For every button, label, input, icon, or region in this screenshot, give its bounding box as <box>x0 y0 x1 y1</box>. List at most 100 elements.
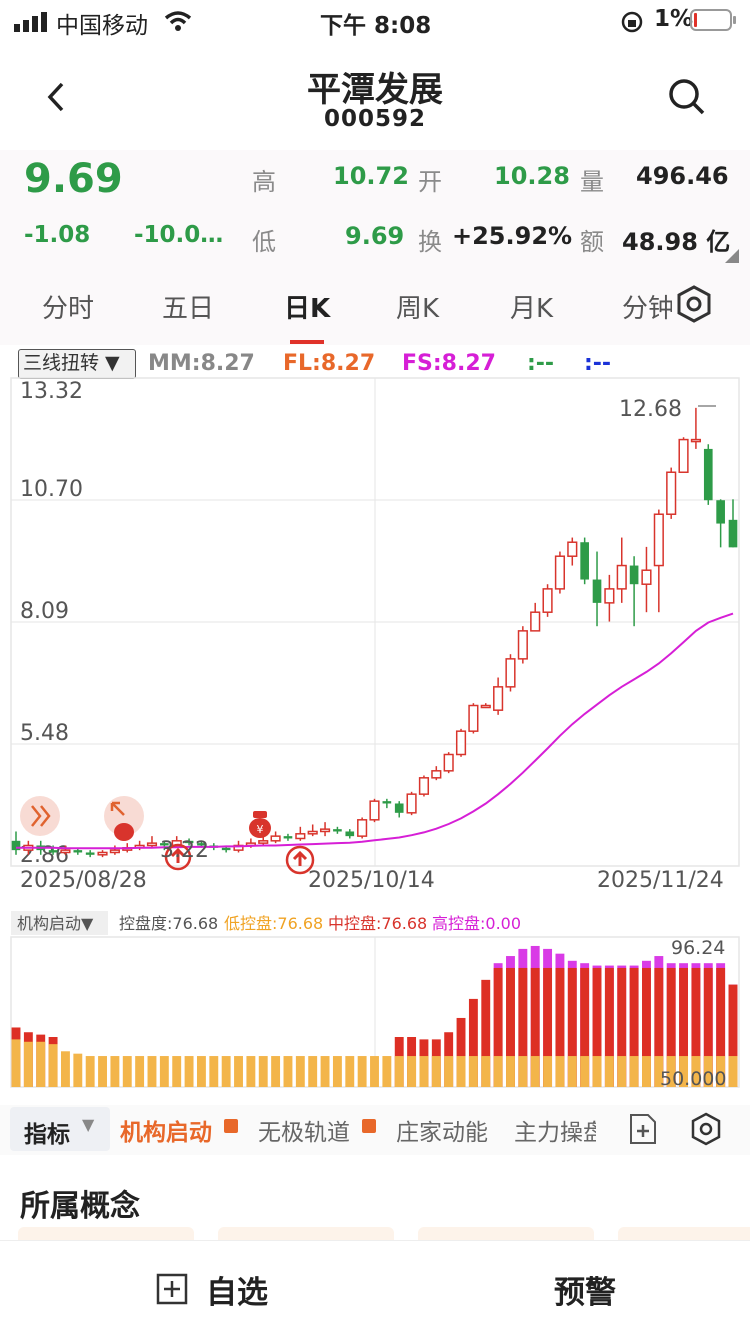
price-change: -1.08 <box>24 222 91 248</box>
lower-bar-low <box>728 1056 738 1087</box>
candle-body <box>468 704 479 732</box>
candle <box>641 546 652 613</box>
lower-bar-low <box>258 1056 268 1087</box>
candle <box>455 728 467 757</box>
candle <box>357 817 368 839</box>
y-tick-label: 8.09 <box>20 599 69 624</box>
lower-bar-low <box>629 1056 639 1087</box>
active-tab-indicator <box>290 340 324 344</box>
lower-bar-low <box>370 1056 379 1087</box>
concept-section: 所属概念 <box>0 1165 750 1241</box>
candle-body <box>295 833 306 840</box>
lower-bar-low <box>468 1056 478 1087</box>
header: 平潭发展 000592 <box>0 50 750 150</box>
candle-body <box>382 801 392 804</box>
lower-bar-low <box>36 1041 46 1087</box>
concept-chip-2[interactable] <box>218 1227 394 1241</box>
tab-daily-k[interactable]: 日K <box>284 288 330 325</box>
candle-body <box>653 513 664 567</box>
search-icon[interactable] <box>668 78 706 116</box>
lower-indicator-select[interactable]: 机构启动▼ <box>17 914 94 933</box>
candle <box>653 509 664 613</box>
high-value: 10.72 <box>333 162 409 190</box>
candle <box>97 850 108 858</box>
indicator-tab-zhuli[interactable]: 主力操盘 <box>514 1113 596 1147</box>
candle-body <box>580 542 589 580</box>
kline-svg[interactable]: 13.3210.708.095.482.86 ¥ 12.68 3.22 2025… <box>0 345 750 1105</box>
lower-bar-low <box>456 1056 466 1087</box>
tab-weekly-k[interactable]: 周K <box>396 288 439 325</box>
candle-body <box>703 448 713 501</box>
lower-bar-low <box>431 1056 441 1087</box>
lower-bar-low <box>60 1051 70 1087</box>
lower-bar-low <box>295 1056 305 1087</box>
expand-corner-icon[interactable] <box>724 248 740 264</box>
candle <box>505 654 516 692</box>
candle <box>567 537 578 566</box>
candle <box>690 407 701 449</box>
candle-body <box>567 541 578 557</box>
candle-body <box>431 770 442 779</box>
tab-intraday[interactable]: 分时 <box>42 288 94 325</box>
concept-chip-3[interactable] <box>418 1227 594 1241</box>
candle-body <box>406 793 417 814</box>
svg-text:¥: ¥ <box>257 823 264 836</box>
candle <box>283 833 293 841</box>
tab-minute[interactable]: 分钟 <box>622 288 672 325</box>
concept-title: 所属概念 <box>20 1189 140 1224</box>
lower-base-value: 50.000 <box>660 1068 726 1090</box>
lower-bar-low <box>543 1056 553 1087</box>
candle-body <box>369 800 380 821</box>
alert-button[interactable]: 预警 <box>554 1267 616 1312</box>
candle <box>333 826 342 834</box>
candle-body <box>554 555 566 590</box>
quote-panel: 9.69 高 10.72 开 10.28 量 496.46 -1.08 -10.… <box>0 150 750 270</box>
x-label-start: 2025/08/28 <box>20 868 147 893</box>
lower-bar-low <box>481 1056 491 1087</box>
indicator-selector-label: 指标 <box>24 1122 70 1148</box>
concept-chip[interactable] <box>18 1227 194 1241</box>
lower-bar-low <box>580 1056 590 1087</box>
settings-icon[interactable] <box>674 284 714 324</box>
candle-body <box>109 849 120 854</box>
lower-bar-low <box>444 1056 454 1087</box>
indicator-tab-wuji[interactable]: 无极轨道 <box>258 1113 350 1147</box>
lower-bar-low <box>506 1056 515 1087</box>
lower-bar-low <box>394 1056 404 1087</box>
lower-bar-low <box>271 1056 281 1087</box>
high-control: 高控盘:0.00 <box>432 914 521 933</box>
lower-bar-low <box>135 1056 145 1087</box>
high-label: 高 <box>252 168 276 196</box>
tab-monthly-k[interactable]: 月K <box>510 288 553 325</box>
indicator-tab-jigou[interactable]: 机构启动 <box>120 1113 212 1147</box>
candle <box>480 703 491 709</box>
candle <box>703 444 713 505</box>
open-value: 10.28 <box>494 162 570 190</box>
candle <box>678 437 689 473</box>
candle-body <box>443 753 454 772</box>
x-label-mid: 2025/10/14 <box>308 868 435 893</box>
low-label: 低 <box>252 228 276 256</box>
open-label: 开 <box>418 168 442 196</box>
indicator-settings-icon[interactable] <box>688 1111 724 1147</box>
battery-icon <box>690 9 736 31</box>
indicator-selector[interactable]: 指标 ▼ <box>10 1107 110 1151</box>
wifi-icon <box>164 11 192 31</box>
candle <box>406 791 417 816</box>
add-watchlist-button[interactable]: 自选 <box>150 1261 290 1315</box>
candle-body <box>258 840 269 844</box>
lower-top-value: 96.24 <box>671 937 725 959</box>
add-indicator-icon[interactable] <box>628 1113 658 1145</box>
tab-five-day[interactable]: 五日 <box>162 288 214 325</box>
mid-control: 中控盘:76.68 <box>328 914 427 933</box>
candle-body <box>480 704 491 709</box>
candle <box>629 556 639 627</box>
candle-body <box>418 777 430 795</box>
candle <box>394 801 404 818</box>
indicator-tab-zhuangjia[interactable]: 庄家动能 <box>396 1113 488 1147</box>
candle <box>728 499 738 548</box>
candle-body <box>629 565 639 585</box>
lower-bar-low <box>320 1056 330 1087</box>
concept-chip-4[interactable] <box>618 1227 750 1241</box>
candle <box>307 824 318 837</box>
